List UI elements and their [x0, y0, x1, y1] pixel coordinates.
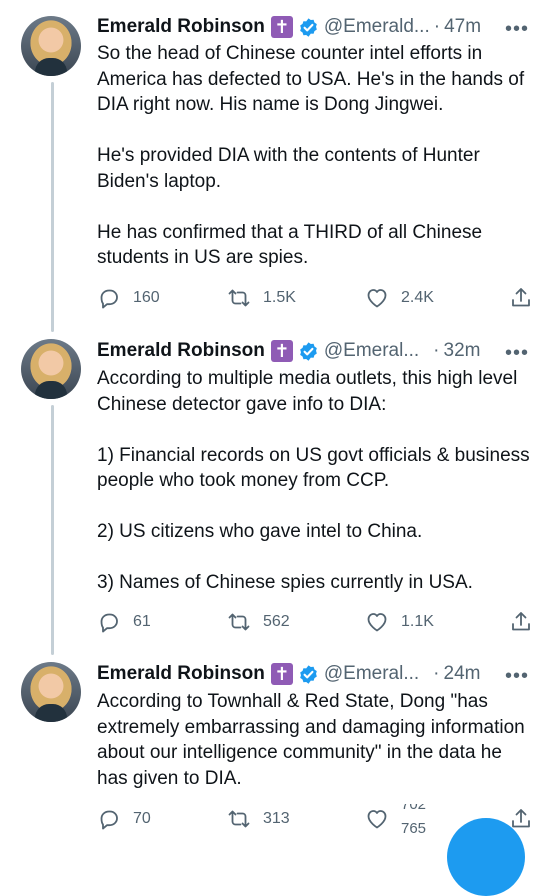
reply-button[interactable]: 160: [97, 283, 160, 313]
reply-button[interactable]: 61: [97, 607, 151, 637]
timestamp[interactable]: 47m: [444, 16, 481, 38]
like-count-old: 702: [401, 804, 427, 813]
like-button[interactable]: 2.4K: [365, 283, 434, 313]
reply-count: 70: [133, 810, 151, 827]
reply-icon: [100, 289, 118, 309]
like-icon: [367, 613, 387, 632]
retweet-icon: [228, 613, 250, 631]
verified-icon: [298, 17, 319, 38]
reply-icon: [100, 810, 118, 830]
retweet-count: 562: [263, 613, 290, 630]
reply-count: 61: [133, 613, 151, 630]
retweet-button[interactable]: 562: [227, 607, 290, 637]
more-icon[interactable]: •••: [505, 666, 529, 686]
author-name[interactable]: Emerald Robinson: [97, 16, 265, 38]
like-count-animating: 702 765: [401, 804, 441, 834]
retweet-count: 313: [263, 810, 290, 827]
like-icon: [367, 289, 387, 308]
like-count: 2.4K: [401, 289, 434, 306]
share-button[interactable]: [509, 607, 533, 637]
like-count-new: 765: [401, 820, 427, 834]
share-button[interactable]: [509, 283, 533, 313]
tweet-actions: 61 562 1.1K: [97, 607, 537, 637]
tweet-text: So the head of Chinese counter intel eff…: [97, 43, 525, 268]
compose-button[interactable]: [447, 818, 525, 896]
cross-badge-icon: ✝: [270, 16, 293, 38]
tweet-text: According to multiple media outlets, thi…: [97, 368, 530, 593]
cross-badge-icon: ✝: [270, 340, 293, 362]
avatar[interactable]: [21, 16, 81, 76]
verified-icon: [298, 341, 319, 362]
tweet-header: Emerald Robinson ✝ @Emeral... · 24m: [97, 660, 480, 688]
retweet-button[interactable]: 1.5K: [227, 283, 296, 313]
like-count: 1.1K: [401, 613, 434, 630]
author-name[interactable]: Emerald Robinson: [97, 663, 265, 685]
thread-line: [51, 82, 54, 332]
thread-line: [51, 405, 54, 655]
reply-icon: [100, 613, 118, 633]
like-icon: [367, 810, 387, 829]
author-handle[interactable]: @Emeral...: [324, 663, 419, 685]
verified-icon: [298, 664, 319, 685]
share-icon: [512, 612, 530, 631]
author-handle[interactable]: @Emerald...: [324, 16, 430, 38]
reply-count: 160: [133, 289, 160, 306]
timestamp[interactable]: 24m: [444, 663, 481, 685]
avatar[interactable]: [21, 662, 81, 722]
retweet-icon: [228, 289, 250, 307]
cross-badge-icon: ✝: [270, 663, 293, 685]
separator-dot: ·: [433, 340, 440, 361]
tweet-actions: 160 1.5K 2.4K: [97, 283, 537, 313]
retweet-button[interactable]: 313: [227, 804, 290, 834]
share-icon: [512, 809, 530, 828]
retweet-icon: [228, 810, 250, 828]
avatar[interactable]: [21, 339, 81, 399]
tweet-header: Emerald Robinson ✝ @Emerald... · 47m: [97, 13, 481, 41]
author-name[interactable]: Emerald Robinson: [97, 340, 265, 362]
author-handle[interactable]: @Emeral...: [324, 340, 419, 362]
tweet-text: According to Townhall & Red State, Dong …: [97, 691, 530, 789]
separator-dot: ·: [433, 663, 440, 684]
timestamp[interactable]: 32m: [444, 340, 481, 362]
more-icon[interactable]: •••: [505, 343, 529, 363]
more-icon[interactable]: •••: [505, 19, 529, 39]
tweet-header: Emerald Robinson ✝ @Emeral... · 32m: [97, 337, 480, 365]
separator-dot: ·: [433, 16, 441, 37]
retweet-count: 1.5K: [263, 289, 296, 306]
share-icon: [512, 288, 530, 307]
like-button[interactable]: 702 765: [365, 804, 441, 834]
like-button[interactable]: 1.1K: [365, 607, 434, 637]
reply-button[interactable]: 70: [97, 804, 151, 834]
